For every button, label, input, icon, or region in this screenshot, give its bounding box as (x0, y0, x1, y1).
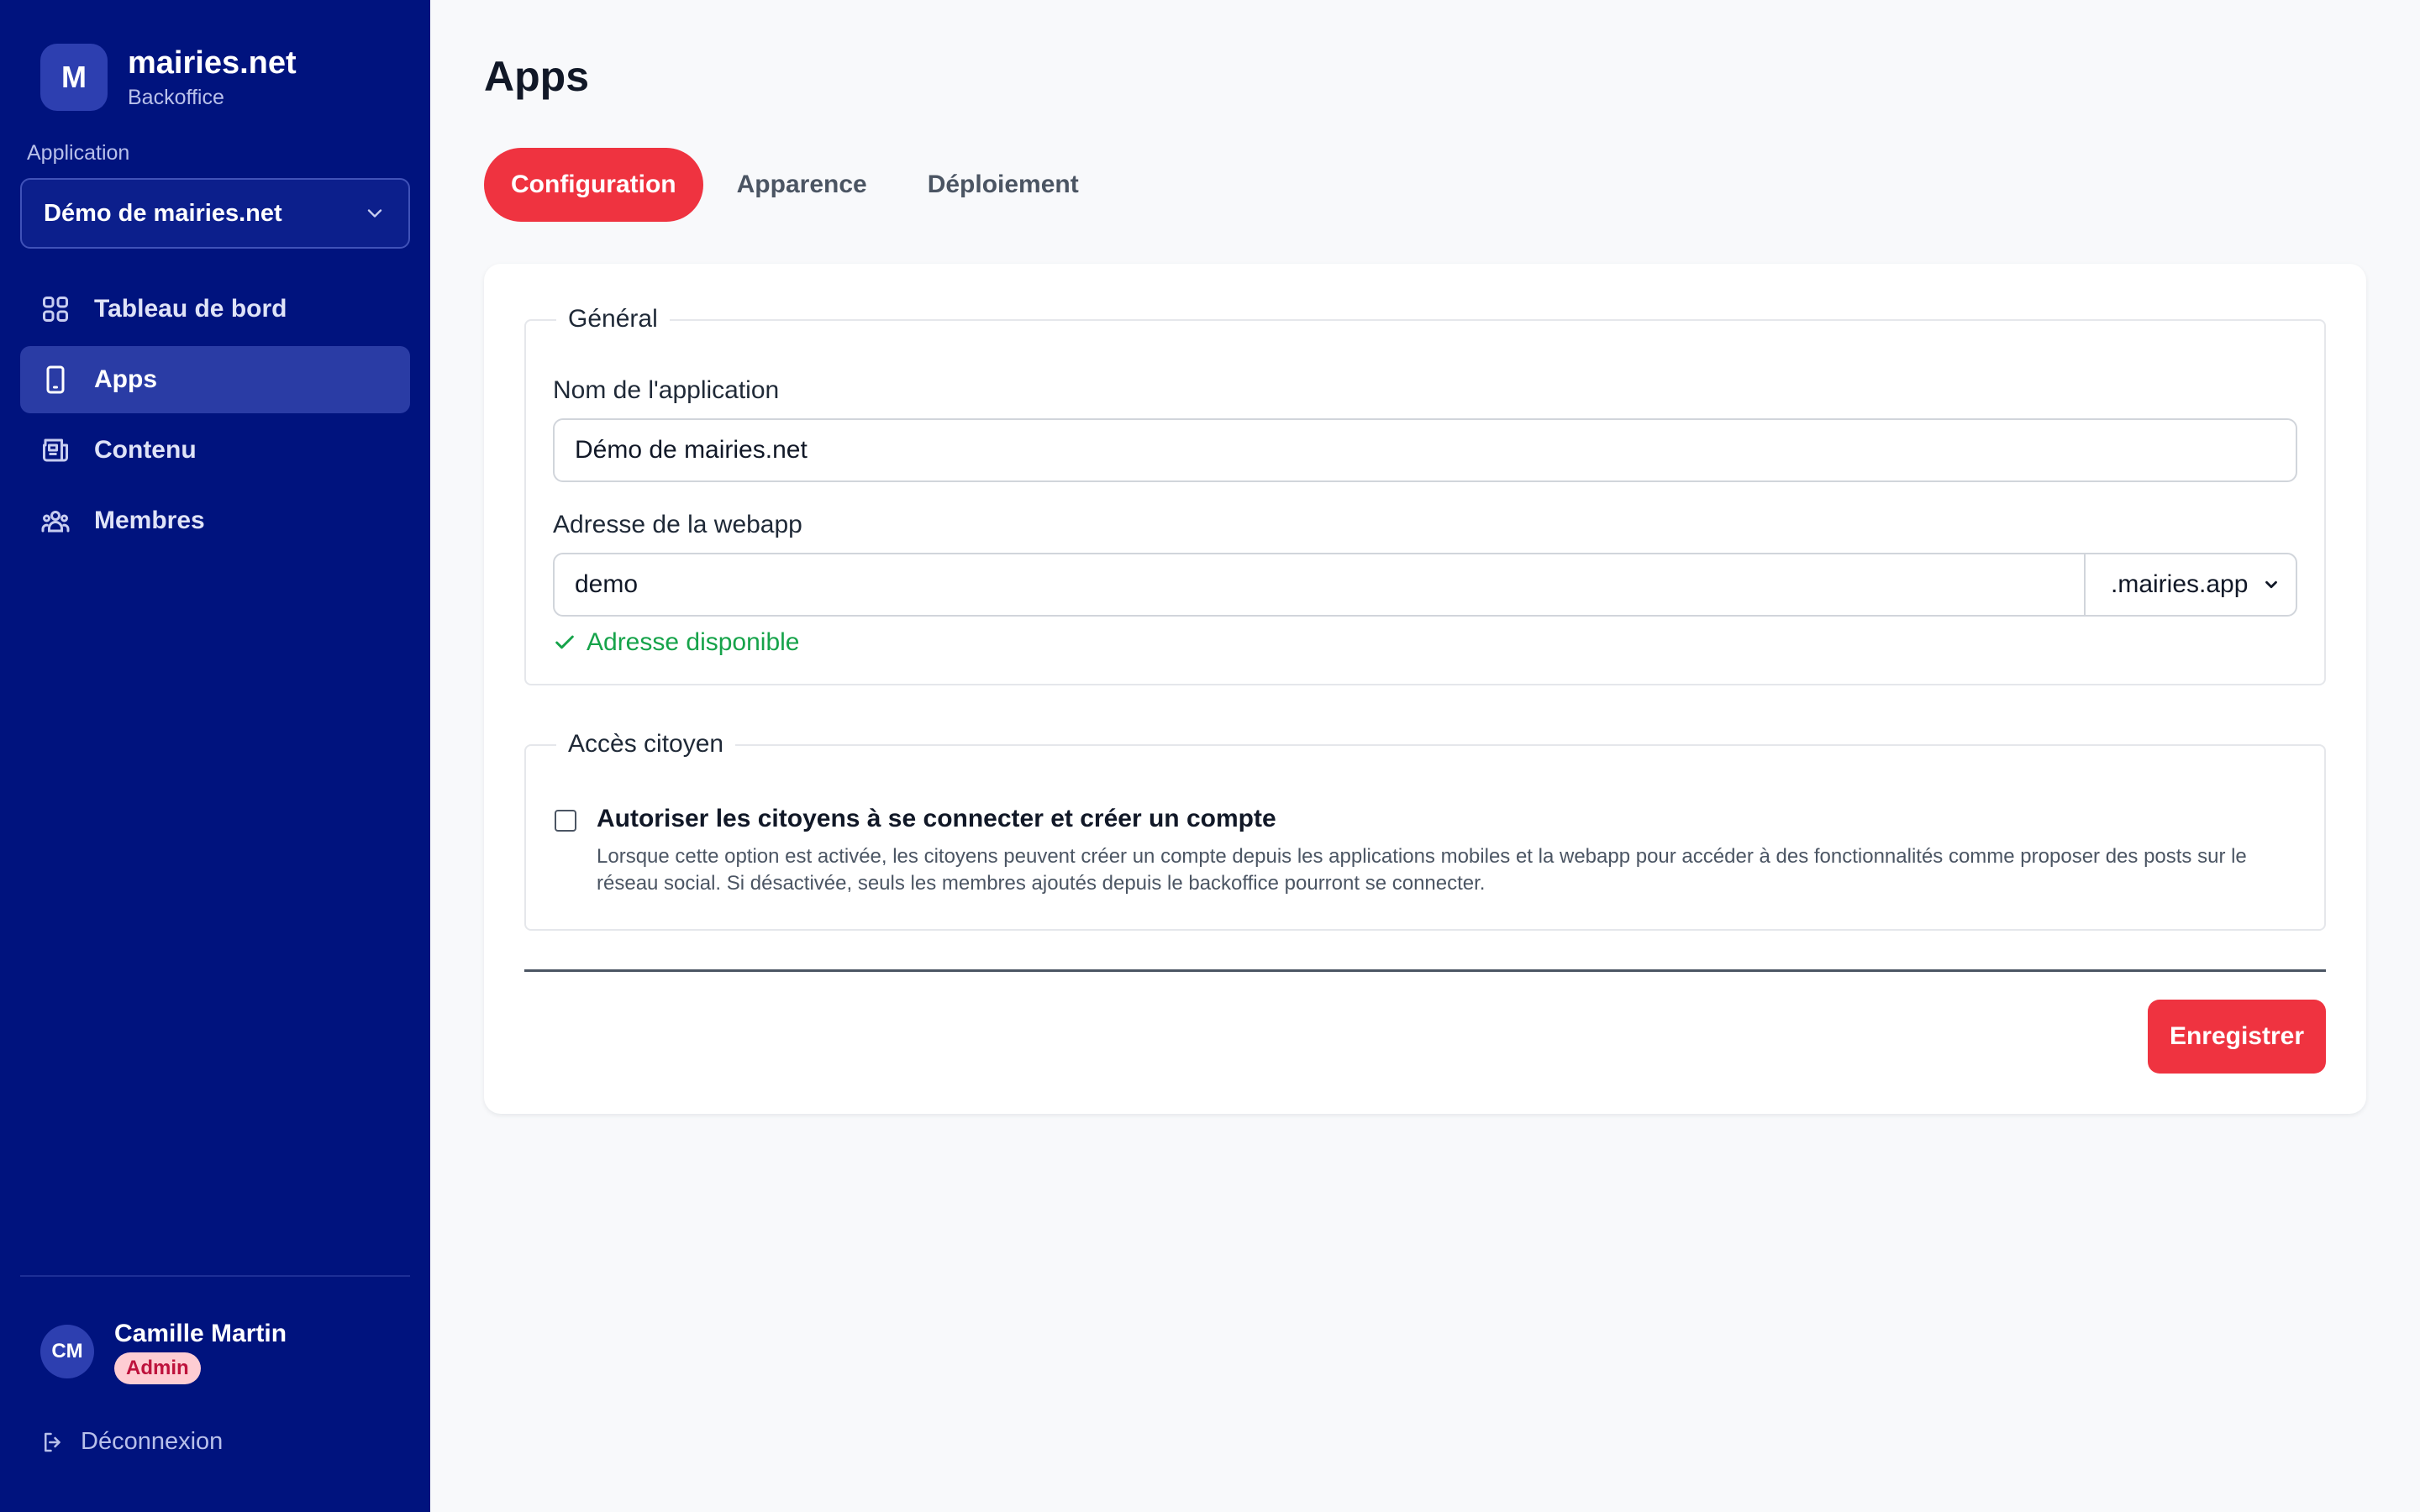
avatar: CM (40, 1325, 94, 1378)
webapp-address-label: Adresse de la webapp (553, 511, 802, 538)
tab-deploiement[interactable]: Déploiement (901, 148, 1106, 222)
sidebar-item-label: Tableau de bord (94, 295, 287, 323)
user-name: Camille Martin (114, 1320, 287, 1347)
application-label: Application (27, 141, 130, 165)
sidebar: M mairies.net Backoffice Application Dém… (0, 0, 430, 1512)
availability-text: Adresse disponible (587, 628, 800, 656)
application-select[interactable]: Démo de mairies.net (20, 178, 410, 249)
sidebar-item-label: Apps (94, 365, 157, 393)
logout-label: Déconnexion (81, 1428, 224, 1455)
sidebar-item-tableau-de-bord[interactable]: Tableau de bord (20, 276, 410, 343)
app-name-label: Nom de l'application (553, 376, 780, 404)
brand-logo: M (40, 44, 108, 111)
logout-link[interactable]: Déconnexion (40, 1428, 223, 1456)
general-legend: Général (556, 302, 670, 336)
page-title: Apps (484, 53, 589, 100)
section-divider (524, 969, 2326, 972)
app-name-input[interactable]: Démo de mairies.net (553, 418, 2297, 482)
sidebar-item-label: Contenu (94, 436, 197, 464)
brand-subtitle: Backoffice (128, 86, 224, 109)
allow-citizens-label[interactable]: Autoriser les citoyens à se connecter et… (597, 805, 1276, 833)
webapp-domain-select[interactable]: .mairies.app (2084, 553, 2297, 617)
chevron-down-icon (2265, 580, 2277, 589)
chevron-down-icon (367, 209, 382, 218)
brand[interactable]: M mairies.net Backoffice (40, 44, 297, 111)
save-button[interactable]: Enregistrer (2148, 1000, 2326, 1074)
sidebar-divider (20, 1275, 410, 1277)
tab-apparence[interactable]: Apparence (710, 148, 894, 222)
sidebar-item-contenu[interactable]: Contenu (20, 417, 410, 484)
citizen-access-legend: Accès citoyen (556, 727, 736, 761)
sidebar-item-label: Membres (94, 507, 205, 534)
tab-bar: Configuration Apparence Déploiement (484, 148, 1113, 222)
check-icon (555, 635, 574, 649)
logout-icon (45, 1432, 60, 1452)
citizen-access-fieldset: Accès citoyen Autoriser les citoyens à s… (524, 727, 2326, 931)
sidebar-item-apps[interactable]: Apps (20, 346, 410, 413)
tab-configuration[interactable]: Configuration (484, 148, 703, 222)
sidebar-nav: Tableau de bord Apps Contenu Membres (20, 276, 410, 558)
sidebar-item-membres[interactable]: Membres (20, 487, 410, 554)
role-badge: Admin (114, 1352, 201, 1384)
general-fieldset: Général Nom de l'application Démo de mai… (524, 302, 2326, 685)
smartphone-icon (46, 365, 65, 394)
webapp-address-input[interactable]: demo (553, 553, 2086, 617)
grid-icon (43, 297, 68, 322)
allow-citizens-description: Lorsque cette option est activée, les ci… (597, 845, 2247, 895)
allow-citizens-checkbox[interactable] (555, 810, 576, 832)
users-icon (41, 511, 70, 533)
webapp-domain-value: .mairies.app (2111, 570, 2249, 598)
configuration-card: Général Nom de l'application Démo de mai… (484, 264, 2366, 1114)
brand-name: mairies.net (128, 45, 297, 81)
availability-status: Adresse disponible (553, 628, 800, 657)
user-profile[interactable]: CM Camille Martin Admin (40, 1319, 287, 1384)
application-select-value: Démo de mairies.net (44, 199, 282, 227)
newspaper-icon (43, 438, 68, 462)
